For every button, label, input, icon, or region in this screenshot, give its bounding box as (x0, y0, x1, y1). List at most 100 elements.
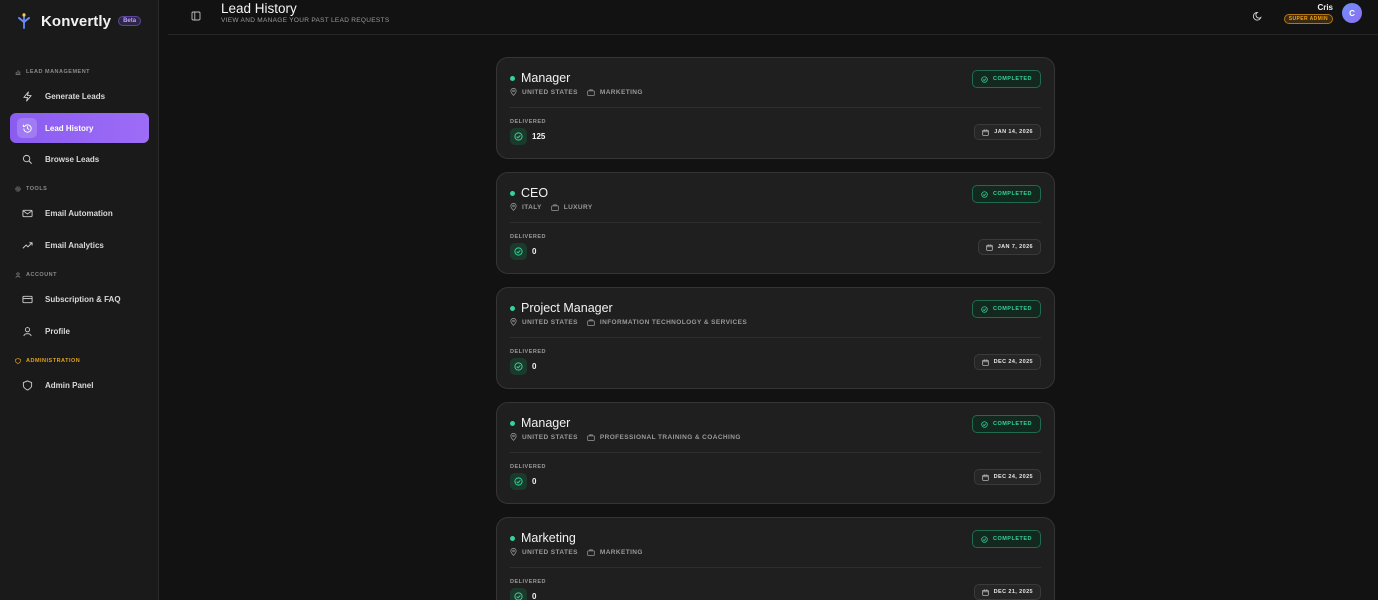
avatar[interactable]: C (1342, 3, 1362, 23)
brand-name: Konvertly (41, 12, 112, 30)
konvertly-logo-icon (14, 11, 34, 31)
beta-badge: Beta (118, 16, 142, 26)
calendar-icon (981, 589, 989, 596)
check-circle-icon (510, 243, 527, 260)
check-circle-icon (510, 473, 527, 490)
sidebar-item-label: Email Analytics (45, 240, 104, 250)
lead-request-card[interactable]: Marketing UNITED STATES MARKETING COMPLE… (496, 517, 1055, 600)
date-badge: DEC 24, 2025 (973, 469, 1041, 485)
page-subtitle: VIEW AND MANAGE YOUR PAST LEAD REQUESTS (221, 17, 390, 24)
map-pin-icon (510, 318, 517, 326)
request-meta: UNITED STATES MARKETING (510, 548, 652, 556)
request-date: JAN 7, 2026 (997, 244, 1033, 250)
shield-icon (17, 375, 37, 395)
delivered-label: DELIVERED (510, 349, 546, 355)
brand[interactable]: Konvertly Beta (14, 11, 142, 31)
sidebar-item-label: Lead History (45, 123, 94, 133)
request-meta: UNITED STATES PROFESSIONAL TRAINING & CO… (510, 433, 750, 441)
briefcase-icon (587, 548, 595, 556)
delivered-count: 0 (532, 592, 537, 600)
briefcase-icon (587, 318, 595, 326)
request-meta: ITALY LUXURY (510, 203, 602, 211)
status-label: COMPLETED (992, 76, 1032, 82)
briefcase-icon (587, 88, 595, 96)
role-badge: SUPER ADMIN (1283, 14, 1333, 24)
section-administration: ADMINISTRATION (15, 358, 80, 364)
sidebar-item-generate-leads[interactable]: Generate Leads (10, 81, 149, 111)
trending-up-icon (17, 235, 37, 255)
card-divider (510, 452, 1041, 453)
sidebar-item-label: Generate Leads (45, 91, 106, 101)
request-title: Project Manager (521, 301, 613, 315)
status-label: COMPLETED (992, 191, 1032, 197)
sidebar-item-lead-history[interactable]: Lead History (10, 113, 149, 143)
request-date: DEC 24, 2025 (993, 474, 1033, 480)
calendar-icon (981, 359, 989, 366)
request-meta: UNITED STATES INFORMATION TECHNOLOGY & S… (510, 318, 756, 326)
map-pin-icon (510, 203, 517, 211)
delivered-count: 0 (532, 247, 537, 256)
request-country: UNITED STATES (522, 433, 578, 441)
sidebar-item-profile[interactable]: Profile (10, 316, 149, 346)
request-date: JAN 14, 2026 (994, 129, 1033, 135)
section-lead-management: LEAD MANAGEMENT (15, 69, 90, 75)
sidebar-item-admin-panel[interactable]: Admin Panel (10, 370, 149, 400)
user-name: Cris (1317, 3, 1333, 12)
status-label: COMPLETED (992, 306, 1032, 312)
request-title: Manager (521, 416, 571, 430)
status-label: COMPLETED (992, 536, 1032, 542)
sidebar-item-label: Profile (45, 326, 70, 336)
request-country: UNITED STATES (522, 318, 578, 326)
status-badge: COMPLETED (971, 300, 1041, 318)
delivered-label: DELIVERED (510, 119, 546, 125)
map-pin-icon (510, 88, 517, 96)
request-industry: LUXURY (563, 203, 593, 211)
sidebar-item-browse-leads[interactable]: Browse Leads (10, 144, 149, 174)
status-dot (510, 421, 515, 426)
status-badge: COMPLETED (971, 70, 1041, 88)
map-pin-icon (510, 548, 517, 556)
lead-request-card[interactable]: Project Manager UNITED STATES INFORMATIO… (496, 287, 1055, 389)
date-badge: DEC 24, 2025 (973, 354, 1041, 370)
request-meta: UNITED STATES MARKETING (510, 88, 652, 96)
section-label: TOOLS (26, 186, 48, 192)
request-country: UNITED STATES (522, 548, 578, 556)
lead-request-card[interactable]: CEO ITALY LUXURY COMPLETED DELIVERED 0 J… (496, 172, 1055, 274)
sidebar: Konvertly Beta LEAD MANAGEMENT Generate … (0, 0, 159, 600)
date-badge: DEC 21, 2025 (973, 584, 1041, 600)
sidebar-item-subscription-faq[interactable]: Subscription & FAQ (10, 284, 149, 314)
check-circle-icon (981, 75, 988, 83)
delivered-count: 0 (532, 362, 537, 371)
calendar-icon (981, 474, 989, 481)
status-badge: COMPLETED (971, 530, 1041, 548)
card-divider (510, 222, 1041, 223)
bolt-icon (17, 86, 37, 106)
calendar-icon (982, 129, 989, 136)
section-label: ADMINISTRATION (26, 358, 81, 364)
top-header: Lead History VIEW AND MANAGE YOUR PAST L… (168, 0, 1378, 35)
check-circle-icon (510, 358, 527, 375)
delivered-count: 0 (532, 477, 537, 486)
sidebar-item-email-analytics[interactable]: Email Analytics (10, 230, 149, 260)
map-pin-icon (510, 433, 517, 441)
sidebar-toggle-icon[interactable] (191, 8, 201, 21)
request-country: ITALY (522, 203, 542, 211)
sidebar-item-email-automation[interactable]: Email Automation (10, 198, 149, 228)
user-icon (15, 272, 21, 278)
check-circle-icon (981, 305, 988, 313)
section-account: ACCOUNT (15, 272, 57, 278)
lead-request-card[interactable]: Manager UNITED STATES MARKETING COMPLETE… (496, 57, 1055, 159)
request-industry: PROFESSIONAL TRAINING & COACHING (599, 433, 741, 441)
gear-icon (15, 186, 21, 192)
request-industry: MARKETING (599, 548, 643, 556)
request-industry: INFORMATION TECHNOLOGY & SERVICES (599, 318, 748, 326)
lead-request-card[interactable]: Manager UNITED STATES PROFESSIONAL TRAIN… (496, 402, 1055, 504)
sidebar-item-label: Browse Leads (45, 154, 100, 164)
status-dot (510, 76, 515, 81)
moon-icon[interactable] (1252, 8, 1263, 21)
calendar-icon (986, 244, 993, 251)
app: Konvertly Beta LEAD MANAGEMENT Generate … (0, 0, 1378, 600)
check-circle-icon (510, 588, 527, 600)
request-country: UNITED STATES (522, 88, 578, 96)
card-divider (510, 337, 1041, 338)
